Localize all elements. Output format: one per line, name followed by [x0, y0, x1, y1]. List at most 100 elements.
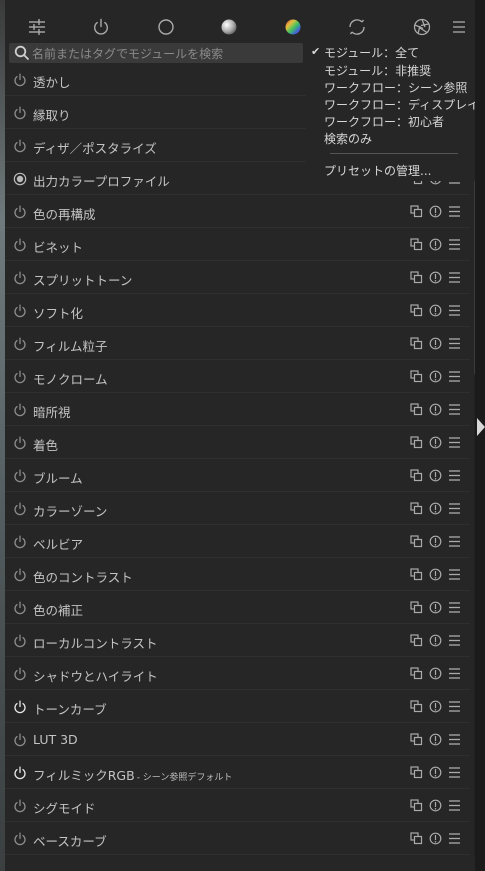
reset-icon[interactable] [429, 535, 442, 548]
power-icon[interactable] [13, 436, 27, 450]
reset-icon[interactable] [429, 601, 442, 614]
power-icon[interactable] [13, 601, 27, 615]
power-icon[interactable] [13, 73, 27, 87]
presets-icon[interactable] [448, 469, 461, 482]
power-icon[interactable] [13, 469, 27, 483]
module-row[interactable]: 色の再構成 [5, 196, 470, 228]
presets-icon[interactable] [448, 304, 461, 317]
reset-icon[interactable] [429, 733, 442, 746]
presets-icon[interactable] [448, 733, 461, 746]
search-input[interactable]: 名前またはタグでモジュールを検索 [9, 43, 303, 63]
instances-icon[interactable] [410, 634, 423, 647]
sliders-icon[interactable] [20, 10, 54, 44]
instances-icon[interactable] [410, 535, 423, 548]
instances-icon[interactable] [410, 667, 423, 680]
hamburger-menu-icon[interactable] [447, 10, 471, 44]
power-icon[interactable] [13, 733, 27, 747]
module-row[interactable]: モノクローム [5, 361, 470, 393]
reset-icon[interactable] [429, 634, 442, 647]
reset-icon[interactable] [429, 832, 442, 845]
radio-on-icon[interactable] [13, 172, 27, 186]
reset-icon[interactable] [429, 370, 442, 383]
sphere-icon[interactable] [212, 10, 246, 44]
instances-icon[interactable] [410, 403, 423, 416]
dropdown-item-all-modules[interactable]: モジュール：全て [324, 44, 419, 61]
reset-icon[interactable] [429, 205, 442, 218]
presets-icon[interactable] [448, 502, 461, 515]
reset-icon[interactable] [429, 766, 442, 779]
dropdown-item-beginner[interactable]: ワークフロー：初心者 [324, 113, 444, 130]
dropdown-item-scene-referred[interactable]: ワークフロー：シーン参照 [324, 79, 467, 96]
instances-icon[interactable] [410, 436, 423, 449]
module-row[interactable]: トーンカーブ [5, 691, 470, 723]
reset-icon[interactable] [429, 700, 442, 713]
module-row[interactable]: 色のコントラスト [5, 559, 470, 591]
power-icon[interactable] [13, 667, 27, 681]
instances-icon[interactable] [410, 733, 423, 746]
module-row[interactable]: カラーゾーン [5, 493, 470, 525]
presets-icon[interactable] [448, 238, 461, 251]
power-icon[interactable] [13, 271, 27, 285]
instances-icon[interactable] [410, 370, 423, 383]
power-icon[interactable] [13, 700, 27, 714]
reset-icon[interactable] [429, 568, 442, 581]
power-icon[interactable] [13, 370, 27, 384]
color-wheel-icon[interactable] [276, 10, 310, 44]
power-icon[interactable] [13, 634, 27, 648]
power-icon[interactable] [13, 106, 27, 120]
power-icon[interactable] [13, 139, 27, 153]
presets-icon[interactable] [448, 370, 461, 383]
presets-icon[interactable] [448, 271, 461, 284]
module-row[interactable]: 暗所視 [5, 394, 470, 426]
reset-icon[interactable] [429, 337, 442, 350]
power-icon[interactable] [13, 337, 27, 351]
dropdown-item-manage-presets[interactable]: プリセットの管理... [324, 162, 431, 179]
module-row[interactable]: スプリットトーン [5, 262, 470, 294]
power-icon[interactable] [13, 568, 27, 582]
power-icon[interactable] [13, 238, 27, 252]
module-row[interactable]: ベースカーブ [5, 823, 470, 855]
instances-icon[interactable] [410, 238, 423, 251]
reset-icon[interactable] [429, 502, 442, 515]
presets-icon[interactable] [448, 436, 461, 449]
expand-right-panel-icon[interactable] [477, 418, 485, 436]
reset-icon[interactable] [429, 469, 442, 482]
power-icon[interactable] [13, 304, 27, 318]
presets-icon[interactable] [448, 799, 461, 812]
aperture-icon[interactable] [405, 10, 439, 44]
presets-icon[interactable] [448, 667, 461, 680]
dropdown-item-display-referred[interactable]: ワークフロー：ディスプレイ参照 [324, 96, 485, 113]
instances-icon[interactable] [410, 766, 423, 779]
instances-icon[interactable] [410, 601, 423, 614]
instances-icon[interactable] [410, 205, 423, 218]
instances-icon[interactable] [410, 799, 423, 812]
reset-icon[interactable] [429, 667, 442, 680]
power-icon[interactable] [13, 403, 27, 417]
power-icon[interactable] [84, 10, 118, 44]
power-icon[interactable] [13, 205, 27, 219]
reset-icon[interactable] [429, 436, 442, 449]
instances-icon[interactable] [410, 502, 423, 515]
instances-icon[interactable] [410, 568, 423, 581]
presets-icon[interactable] [448, 601, 461, 614]
module-row[interactable]: LUT 3D [5, 724, 470, 756]
power-icon[interactable] [13, 799, 27, 813]
presets-icon[interactable] [448, 205, 461, 218]
module-row[interactable]: フィルミックRGB - シーン参照デフォルト [5, 757, 470, 789]
power-icon[interactable] [13, 832, 27, 846]
presets-icon[interactable] [448, 634, 461, 647]
instances-icon[interactable] [410, 469, 423, 482]
instances-icon[interactable] [410, 700, 423, 713]
dropdown-item-deprecated[interactable]: モジュール：非推奨 [324, 62, 431, 79]
module-row[interactable]: 色の補正 [5, 592, 470, 624]
module-row[interactable]: ベルビア [5, 526, 470, 558]
reset-icon[interactable] [429, 799, 442, 812]
module-row[interactable]: ビネット [5, 229, 470, 261]
module-row[interactable]: ソフト化 [5, 295, 470, 327]
presets-icon[interactable] [448, 535, 461, 548]
module-row[interactable]: 着色 [5, 427, 470, 459]
instances-icon[interactable] [410, 304, 423, 317]
circle-icon[interactable] [149, 10, 183, 44]
power-icon[interactable] [13, 766, 27, 780]
instances-icon[interactable] [410, 832, 423, 845]
